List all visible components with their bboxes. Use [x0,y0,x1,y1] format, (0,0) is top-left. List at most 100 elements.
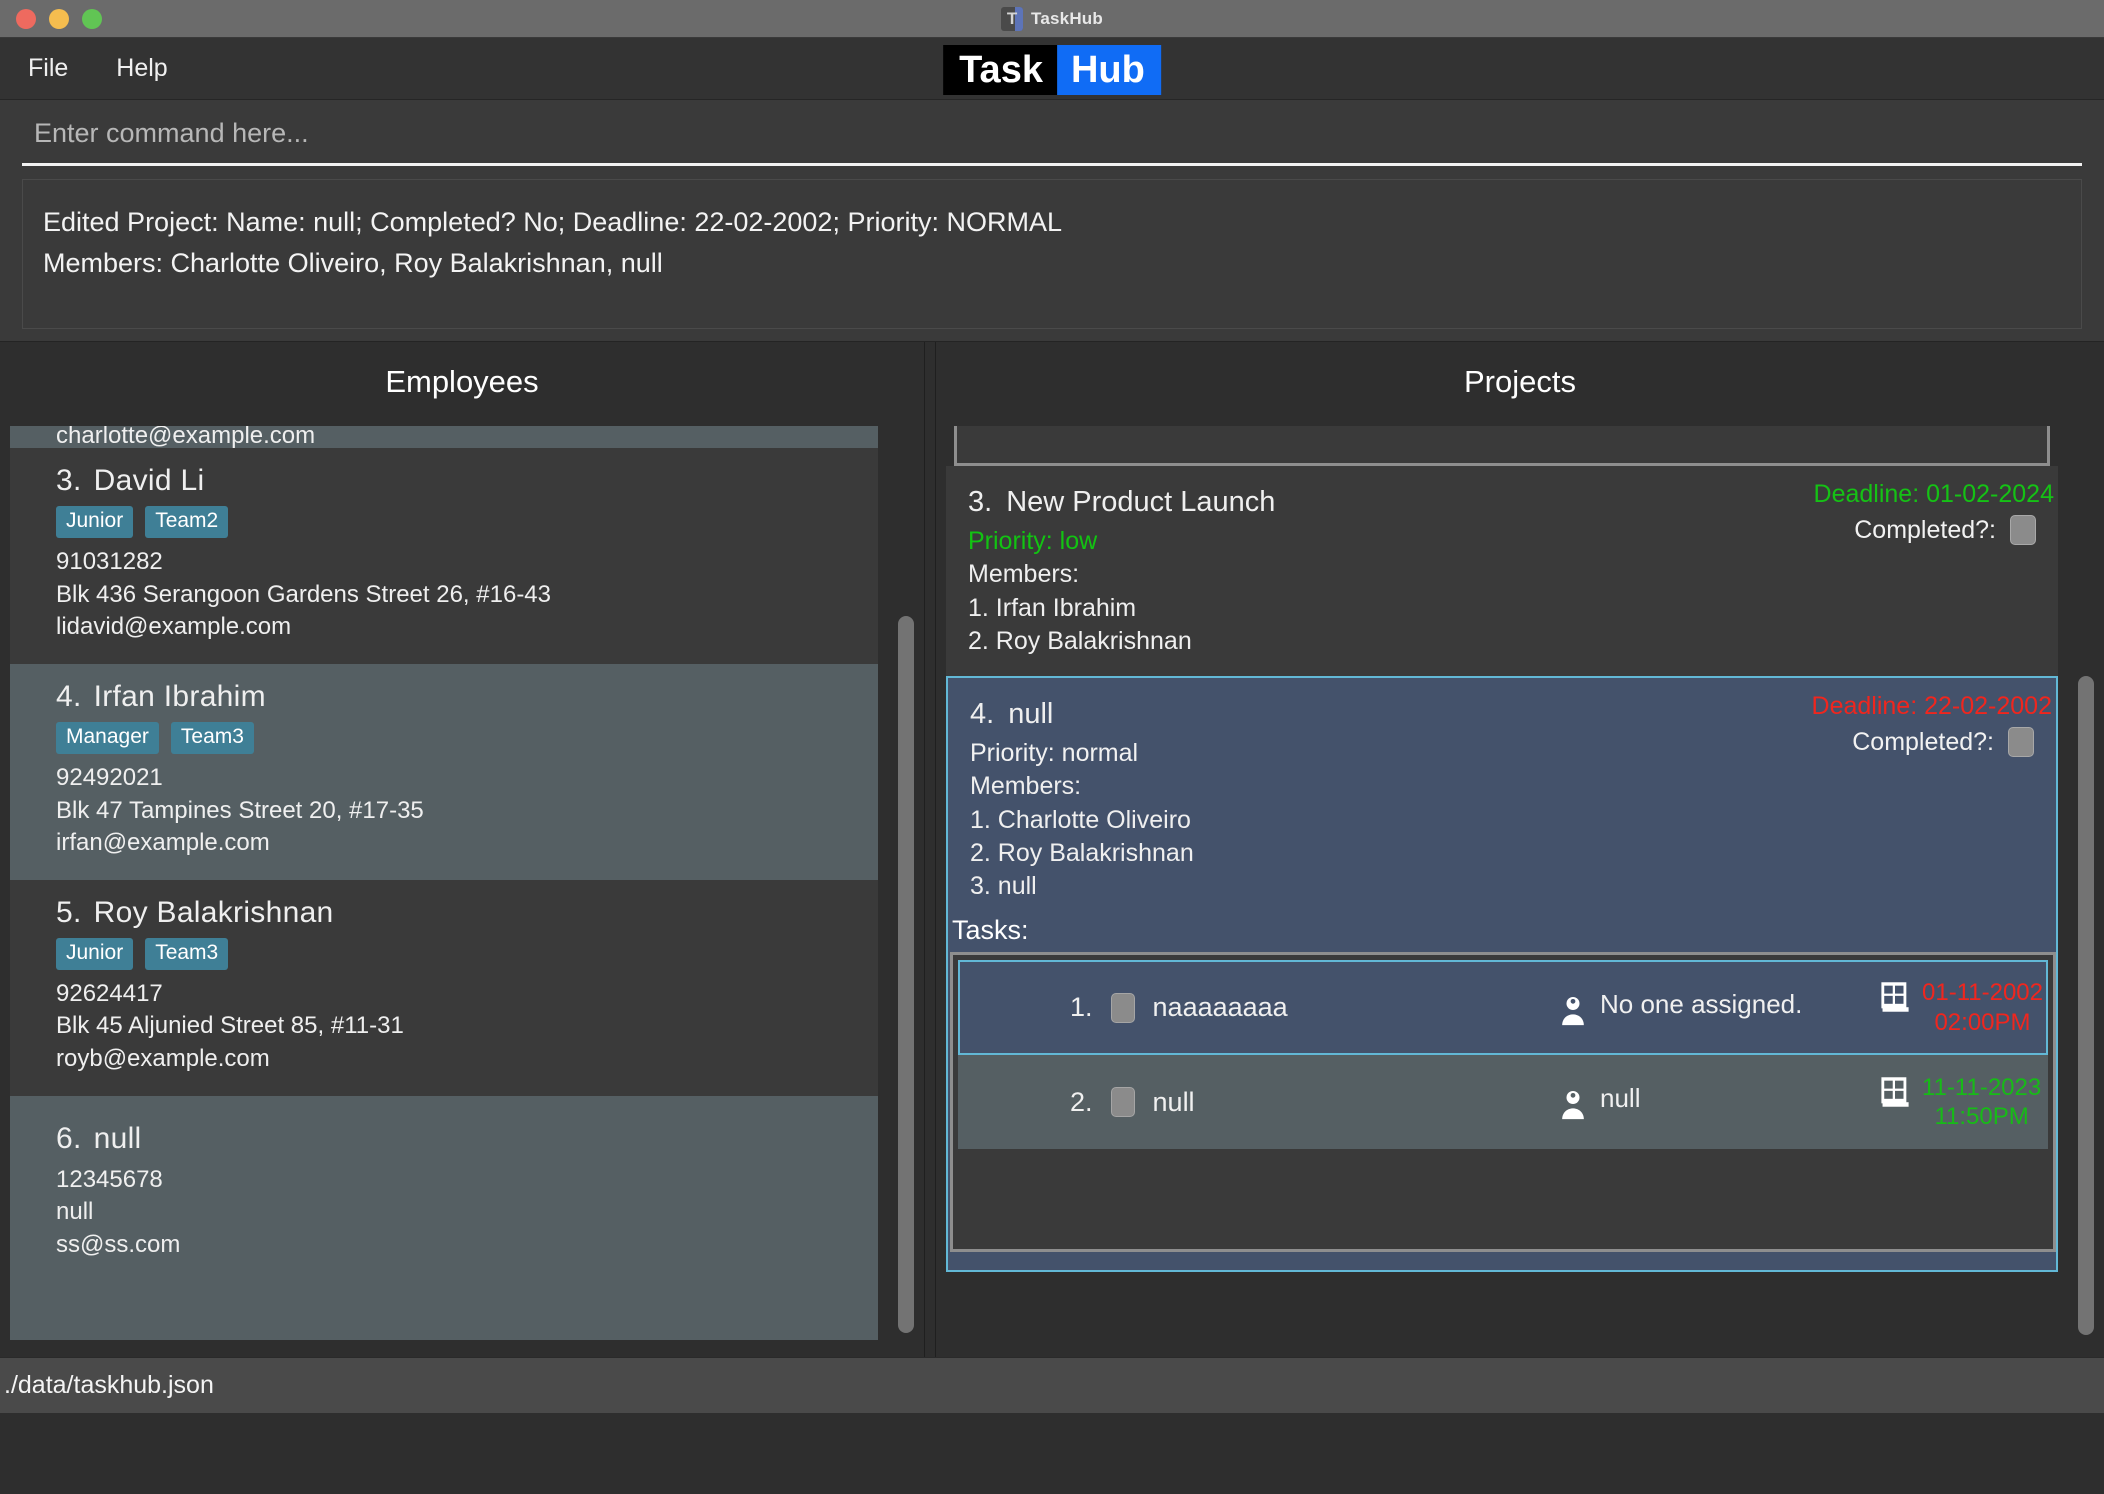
project-meta: Deadline: 22-02-2002 Completed?: [1812,692,2052,757]
employees-list: charlotte@example.com 3. David Li Junior … [10,426,878,1340]
zoom-button-icon[interactable] [82,8,102,29]
task-date-group: 11-11-2023 11:50PM [1880,1073,2041,1132]
employee-name-row: 4. Irfan Ibrahim [56,680,878,714]
project-deadline: Deadline: 22-02-2002 [1811,692,2052,720]
project-completed-label: Completed?: [1854,515,1996,544]
brand-logo-hub: Hub [1056,45,1161,95]
task-due-datetime: 11-11-2023 11:50PM [1922,1073,2041,1132]
task-row[interactable]: 1. naaaaaaaa No one assigned. 01-11-2002… [958,960,2048,1055]
close-button-icon[interactable] [16,8,36,29]
command-input-area [0,100,2104,169]
project-completed-checkbox[interactable] [2008,727,2034,757]
status-bar: ./data/taskhub.json [0,1357,2104,1413]
employee-tag: Manager [56,721,159,754]
minimize-button-icon[interactable] [49,8,69,29]
employee-email: ss@ss.com [56,1230,181,1258]
employee-name-row: 5. Roy Balakrishnan [56,896,878,930]
task-due-time: 11:50PM [1934,1103,2029,1131]
list-item[interactable]: 5. Roy Balakrishnan Junior Team3 92624417… [10,879,878,1096]
employee-index: 3. [56,464,82,497]
project-deadline: Deadline: 01-02-2024 [1813,480,2054,508]
calendar-icon [1881,982,1909,1012]
result-console-area: Edited Project: Name: null; Completed? N… [0,169,2104,341]
employee-address: Blk 45 Aljunied Street 85, #11-31 [56,1012,404,1040]
task-row[interactable]: 2. null null 11-11-2023 11:50PM [958,1054,2048,1150]
employee-name: null [93,1121,142,1155]
employee-name: Irfan Ibrahim [93,679,266,713]
task-done-checkbox[interactable] [1110,992,1135,1023]
menu-bar: File Help Task Hub [0,38,2104,100]
person-icon [1562,996,1584,1025]
employee-name: Roy Balakrishnan [93,895,334,929]
list-item[interactable]: Deadline: 01-02-2024 Completed?: 3. New P… [946,466,2058,676]
project-completed-label: Completed?: [1852,727,1994,756]
result-console: Edited Project: Name: null; Completed? N… [22,179,2082,329]
employee-index: 6. [56,1121,82,1155]
console-line: Members: Charlotte Oliveiro, Roy Balakri… [43,248,663,279]
employee-tags: Manager Team3 [56,721,878,754]
menu-item-file[interactable]: File [8,50,88,87]
task-index: 2. [1070,1086,1093,1117]
list-item-partial[interactable]: charlotte@example.com [10,426,878,448]
app-logo-letter: T [1006,9,1018,28]
project-index: 3. [968,486,993,518]
project-members-label: Members: [970,772,1082,801]
task-due-date: 11-11-2023 [1922,1073,2042,1101]
command-input[interactable] [22,118,2082,166]
project-members-label: Members: [968,560,1080,589]
project-member: 3. null [970,872,1037,900]
list-item[interactable]: 6. null 12345678 null ss@ss.com [10,1095,878,1340]
employee-email: royb@example.com [56,1045,270,1072]
employee-tag: Junior [56,937,134,970]
project-index: 4. [970,698,995,730]
employee-tags: Junior Team2 [56,506,878,538]
employee-email: irfan@example.com [56,829,270,857]
employee-tag: Team3 [145,937,229,970]
task-done-checkbox[interactable] [1110,1087,1135,1118]
tasks-container: 1. naaaaaaaa No one assigned. 01-11-2002… [950,952,2056,1253]
projects-list-area[interactable]: Deadline: 01-02-2024 Completed?: 3. New P… [946,426,2094,1345]
employees-scrollbar[interactable] [898,426,914,1345]
projects-panel-title: Projects [1464,364,1576,399]
project-completed-row: Completed?: [1814,515,2054,545]
task-date-group: 01-11-2002 02:00PM [1880,978,2043,1037]
window-title-group: T TaskHub [0,6,2104,31]
calendar-icon [1881,1077,1909,1107]
list-item-partial[interactable] [954,426,2050,466]
project-completed-checkbox[interactable] [2010,515,2036,545]
window-title: TaskHub [1031,8,1103,28]
list-item[interactable]: 4. Irfan Ibrahim Manager Team3 92492021 B… [10,663,878,880]
list-item-selected[interactable]: Deadline: 22-02-2002 Completed?: 4. null … [946,676,2058,1273]
employee-phone: 92624417 [56,979,163,1007]
employees-panel: Employees charlotte@example.com 3. David … [0,342,925,1357]
employee-address: Blk 436 Serangoon Gardens Street 26, #16… [56,580,551,608]
window-title-bar: T TaskHub [0,0,2104,38]
projects-scrollbar[interactable] [2078,426,2094,1345]
console-line: Edited Project: Name: null; Completed? N… [43,207,1062,237]
project-member: 1. Charlotte Oliveiro [970,805,1191,834]
task-due-date: 01-11-2002 [1922,979,2043,1007]
employee-tag: Team2 [145,506,229,538]
employee-phone: 12345678 [56,1165,163,1193]
employee-email: lidavid@example.com [56,613,292,641]
employee-address: null [56,1198,94,1226]
task-main: 1. naaaaaaaa [960,992,1560,1023]
split-pane-divider[interactable] [925,342,935,1357]
employee-email: charlotte@example.com [56,426,316,448]
project-completed-row: Completed?: [1812,727,2052,757]
task-title: null [1152,1086,1195,1117]
employees-list-area[interactable]: charlotte@example.com 3. David Li Junior … [10,426,914,1345]
employee-phone: 92492021 [56,763,163,791]
employee-name-row: 3. David Li [56,464,878,498]
employee-tag: Team3 [170,721,254,754]
task-due-datetime: 01-11-2002 02:00PM [1922,978,2043,1037]
projects-scrollbar-thumb[interactable] [2078,676,2094,1335]
employee-address: Blk 47 Tampines Street 20, #17-35 [56,796,424,824]
project-meta: Deadline: 01-02-2024 Completed?: [1814,480,2054,545]
menu-item-help[interactable]: Help [96,50,187,87]
tasks-label: Tasks: [952,915,1029,946]
task-main: 2. null [960,1087,1560,1118]
list-item[interactable]: 3. David Li Junior Team2 91031282 Blk 436… [10,448,878,664]
project-member: 2. Roy Balakrishnan [970,838,1194,867]
employees-scrollbar-thumb[interactable] [898,616,914,1333]
